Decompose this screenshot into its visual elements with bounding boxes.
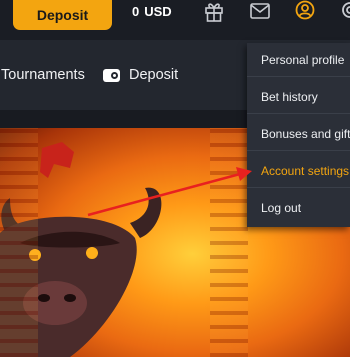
menu-item-account-settings[interactable]: Account settings bbox=[247, 154, 350, 188]
bull-nostril bbox=[64, 294, 76, 302]
wallet-icon bbox=[103, 68, 120, 82]
user-icon[interactable] bbox=[294, 0, 316, 22]
mail-icon[interactable] bbox=[249, 1, 271, 23]
menu-item-bet-history[interactable]: Bet history bbox=[247, 80, 350, 114]
gear-icon[interactable] bbox=[339, 0, 350, 22]
menu-item-personal-profile[interactable]: Personal profile bbox=[247, 43, 350, 77]
bull-eye-right bbox=[86, 247, 98, 259]
banner-pillar bbox=[0, 128, 38, 357]
bull-nostril bbox=[38, 294, 50, 302]
balance-currency: USD bbox=[144, 4, 172, 19]
menu-item-bonuses-and-gifts[interactable]: Bonuses and gifts bbox=[247, 117, 350, 151]
nav-link-tournaments[interactable]: Tournaments bbox=[1, 67, 85, 83]
bull-horn-right bbox=[130, 187, 162, 238]
gift-icon[interactable] bbox=[203, 0, 225, 22]
balance-amount: 0 bbox=[132, 4, 140, 19]
banner-pillar bbox=[210, 128, 248, 357]
nav-deposit-label: Deposit bbox=[129, 67, 179, 83]
balance-display[interactable]: 0 USD bbox=[132, 4, 172, 19]
lucky-seven-shape bbox=[40, 142, 74, 178]
top-header: Deposit 0 USD bbox=[0, 0, 350, 40]
deposit-button[interactable]: Deposit bbox=[13, 0, 112, 30]
menu-item-log-out[interactable]: Log out bbox=[247, 191, 350, 225]
nav-link-deposit[interactable]: Deposit bbox=[103, 67, 178, 83]
profile-dropdown-menu: Personal profile Bet history Bonuses and… bbox=[247, 43, 350, 227]
